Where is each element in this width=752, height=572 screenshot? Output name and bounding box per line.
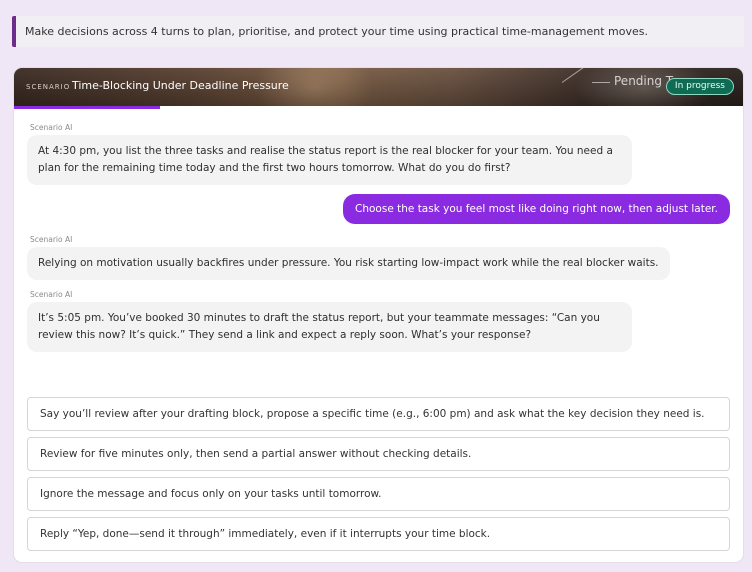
scenario-banner: Scenario Time-Blocking Under Deadline Pr… [14, 68, 743, 106]
ai-message: At 4:30 pm, you list the three tasks and… [27, 135, 632, 185]
progress-bar [14, 106, 743, 109]
ai-message: Relying on motivation usually backfires … [27, 247, 670, 280]
intro-banner: Make decisions across 4 turns to plan, p… [12, 16, 744, 47]
choice-option-2[interactable]: Review for five minutes only, then send … [27, 437, 730, 471]
choice-option-3[interactable]: Ignore the message and focus only on you… [27, 477, 730, 511]
scenario-title: Time-Blocking Under Deadline Pressure [72, 79, 289, 92]
ai-message: It’s 5:05 pm. You’ve booked 30 minutes t… [27, 302, 632, 352]
scenario-card: Scenario Time-Blocking Under Deadline Pr… [14, 68, 743, 562]
progress-fill [14, 106, 160, 109]
sender-label: Scenario AI [30, 123, 73, 132]
choice-option-4[interactable]: Reply “Yep, done—send it through” immedi… [27, 517, 730, 551]
choice-option-1[interactable]: Say you’ll review after your drafting bl… [27, 397, 730, 431]
sender-label: Scenario AI [30, 235, 73, 244]
status-badge: In progress [665, 78, 734, 95]
user-message: Choose the task you feel most like doing… [343, 194, 730, 224]
scenario-eyebrow: Scenario [26, 83, 71, 91]
sender-label: Scenario AI [30, 290, 73, 299]
banner-pointer-line-tail [592, 82, 610, 83]
